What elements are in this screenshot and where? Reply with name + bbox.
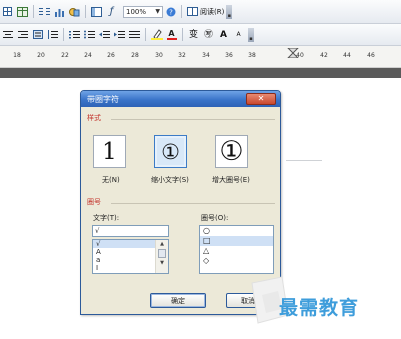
ruler-tick: 34 (202, 52, 210, 59)
text-field-label: 文字(T): (93, 214, 120, 222)
chevron-down-icon: ▼ (155, 8, 160, 15)
list-item[interactable]: △ (200, 246, 273, 256)
chart-icon[interactable] (53, 6, 66, 18)
ruler-tick: 38 (248, 52, 256, 59)
dialog-title: 带圈字符 (87, 94, 119, 104)
enclose-characters-icon[interactable]: ㊢ (202, 29, 215, 41)
text-input[interactable]: √ (92, 225, 169, 237)
list-item[interactable]: ○ (200, 226, 273, 236)
ruler-shadow-bar (0, 68, 401, 78)
style-none-glyph: 1 (102, 138, 117, 165)
style-shrink-glyph: ① (161, 139, 180, 164)
font-color-swatch (166, 37, 177, 40)
divider (111, 203, 275, 204)
ruler-tick: 46 (367, 52, 375, 59)
close-icon: ✕ (257, 94, 265, 103)
page-margin-line (286, 160, 322, 161)
list-item[interactable]: I (93, 264, 155, 272)
increase-indent-icon[interactable] (113, 29, 126, 41)
asian-layout-icon[interactable] (128, 29, 141, 41)
ruler-tick: 28 (131, 52, 139, 59)
ruler-tick: 26 (107, 52, 115, 59)
list-item[interactable]: A (93, 248, 155, 256)
justify-icon[interactable] (31, 29, 44, 41)
list-item[interactable]: √ (93, 240, 155, 248)
scroll-down-icon[interactable]: ▼ (156, 259, 168, 267)
ruler-tick: 32 (178, 52, 186, 59)
list-item[interactable]: ◇ (200, 256, 273, 266)
drawing-icon[interactable] (68, 6, 81, 18)
phonetic-guide-icon[interactable]: 变 (187, 29, 200, 41)
toolbar-separator (33, 5, 34, 18)
numbering-icon[interactable] (68, 29, 81, 41)
style-section-label: 样式 (87, 114, 101, 122)
shrink-font-icon[interactable]: A (232, 29, 245, 41)
help-icon[interactable]: ? (164, 6, 177, 18)
standard-toolbar: ƒ 100% ▼ ? 阅读(R) ▪ (0, 0, 401, 24)
ok-button[interactable]: 确定 (150, 293, 206, 308)
enclosure-section-label: 圈号 (87, 198, 101, 206)
line-spacing-icon[interactable] (46, 29, 59, 41)
close-button[interactable]: ✕ (246, 93, 276, 105)
symbol-field-label: 圈号(O): (201, 214, 229, 222)
ruler-tick: 24 (84, 52, 92, 59)
ruler-tick: 22 (61, 52, 69, 59)
show-formatting-icon[interactable]: ƒ (105, 6, 118, 18)
indent-marker-icon[interactable] (287, 48, 299, 58)
bullets-icon[interactable] (83, 29, 96, 41)
table-icon[interactable] (1, 6, 14, 18)
text-list-scrollbar[interactable]: ▲ ▼ (155, 240, 168, 273)
horizontal-ruler[interactable]: 18 20 22 24 26 28 30 32 34 36 38 40 42 4… (0, 46, 401, 68)
style-none-option[interactable]: 1 (93, 135, 126, 168)
list-item[interactable]: □ (200, 236, 273, 246)
ruler-tick: 20 (37, 52, 45, 59)
formatting-toolbar: A 变 ㊢ A A ▪ (0, 24, 401, 46)
decrease-indent-icon[interactable] (98, 29, 111, 41)
document-map-icon[interactable] (90, 6, 103, 18)
toolbar-options-icon[interactable]: ▪ (226, 4, 233, 19)
toolbar-separator (182, 28, 183, 41)
read-mode-icon[interactable] (186, 6, 199, 18)
zoom-select[interactable]: 100% ▼ (123, 5, 163, 18)
list-item[interactable]: a (93, 256, 155, 264)
toolbar-separator (85, 5, 86, 18)
ruler-tick: 44 (343, 52, 351, 59)
style-shrink-caption: 缩小文字(S) (151, 176, 189, 184)
watermark-text: 最需教育 (279, 297, 360, 319)
toolbar-options-icon[interactable]: ▪ (248, 27, 254, 42)
style-none-caption: 无(N) (102, 176, 120, 184)
align-center-icon[interactable] (1, 29, 14, 41)
scroll-thumb[interactable] (158, 249, 166, 258)
style-enlarge-glyph: ① (219, 136, 244, 167)
ruler-tick: 42 (320, 52, 328, 59)
grow-font-icon[interactable]: A (217, 29, 230, 41)
insert-excel-icon[interactable] (16, 6, 29, 18)
toolbar-separator (181, 5, 182, 18)
style-shrink-text-option[interactable]: ① (154, 135, 187, 168)
toolbar-separator (63, 28, 64, 41)
ruler-tick: 30 (155, 52, 163, 59)
highlight-icon[interactable] (150, 29, 163, 41)
font-color-label: A (168, 28, 175, 38)
columns-icon[interactable] (38, 6, 51, 18)
align-right-icon[interactable] (16, 29, 29, 41)
read-mode-button[interactable]: 阅读(R) (200, 7, 224, 17)
divider (111, 119, 275, 120)
symbol-list[interactable]: ○ □ △ ◇ (199, 225, 274, 274)
text-list[interactable]: √ A a I ▲ ▼ (92, 239, 169, 274)
scroll-up-icon[interactable]: ▲ (156, 240, 168, 248)
ruler-tick: 36 (225, 52, 233, 59)
toolbar-separator (145, 28, 146, 41)
svg-text:?: ? (169, 8, 173, 16)
style-enlarge-caption: 增大圈号(E) (212, 176, 250, 184)
zoom-value: 100% (126, 7, 147, 16)
ruler-tick: 18 (13, 52, 21, 59)
font-color-icon[interactable]: A (165, 29, 178, 41)
style-enlarge-symbol-option[interactable]: ① (215, 135, 248, 168)
